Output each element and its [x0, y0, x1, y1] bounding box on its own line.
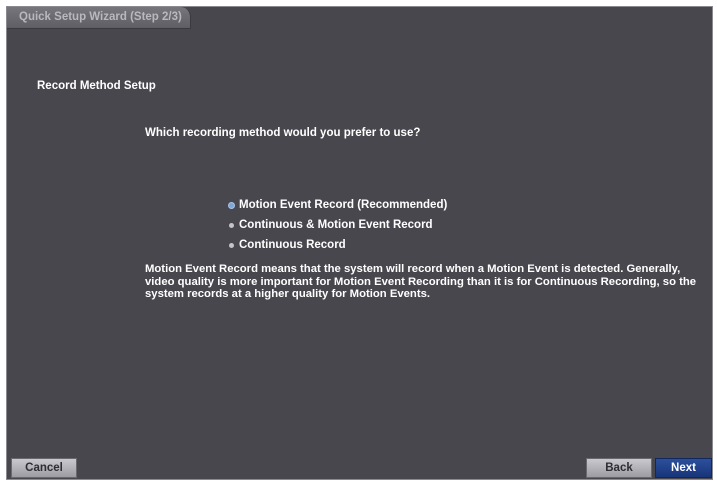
record-method-options: Motion Event Record (Recommended) Contin… [229, 195, 447, 255]
section-heading: Record Method Setup [37, 80, 156, 92]
radio-selected-icon[interactable] [229, 202, 234, 208]
description-text: Motion Event Record means that the syste… [145, 263, 697, 300]
radio-unselected-icon[interactable] [229, 222, 234, 228]
wizard-window: Quick Setup Wizard (Step 2/3) Record Met… [6, 6, 713, 480]
back-button[interactable]: Back [586, 458, 652, 478]
next-button[interactable]: Next [655, 458, 712, 478]
title-tab: Quick Setup Wizard (Step 2/3) [7, 7, 191, 29]
option-continuous-and-motion-record[interactable]: Continuous & Motion Event Record [229, 215, 447, 235]
option-label: Continuous Record [239, 239, 346, 251]
option-continuous-record[interactable]: Continuous Record [229, 235, 447, 255]
option-label: Motion Event Record (Recommended) [239, 199, 448, 211]
option-label: Continuous & Motion Event Record [239, 219, 433, 231]
radio-unselected-icon[interactable] [229, 242, 234, 248]
question-text: Which recording method would you prefer … [145, 127, 421, 139]
window-title: Quick Setup Wizard (Step 2/3) [19, 11, 182, 23]
cancel-button[interactable]: Cancel [11, 458, 77, 478]
option-motion-event-record[interactable]: Motion Event Record (Recommended) [229, 195, 447, 215]
